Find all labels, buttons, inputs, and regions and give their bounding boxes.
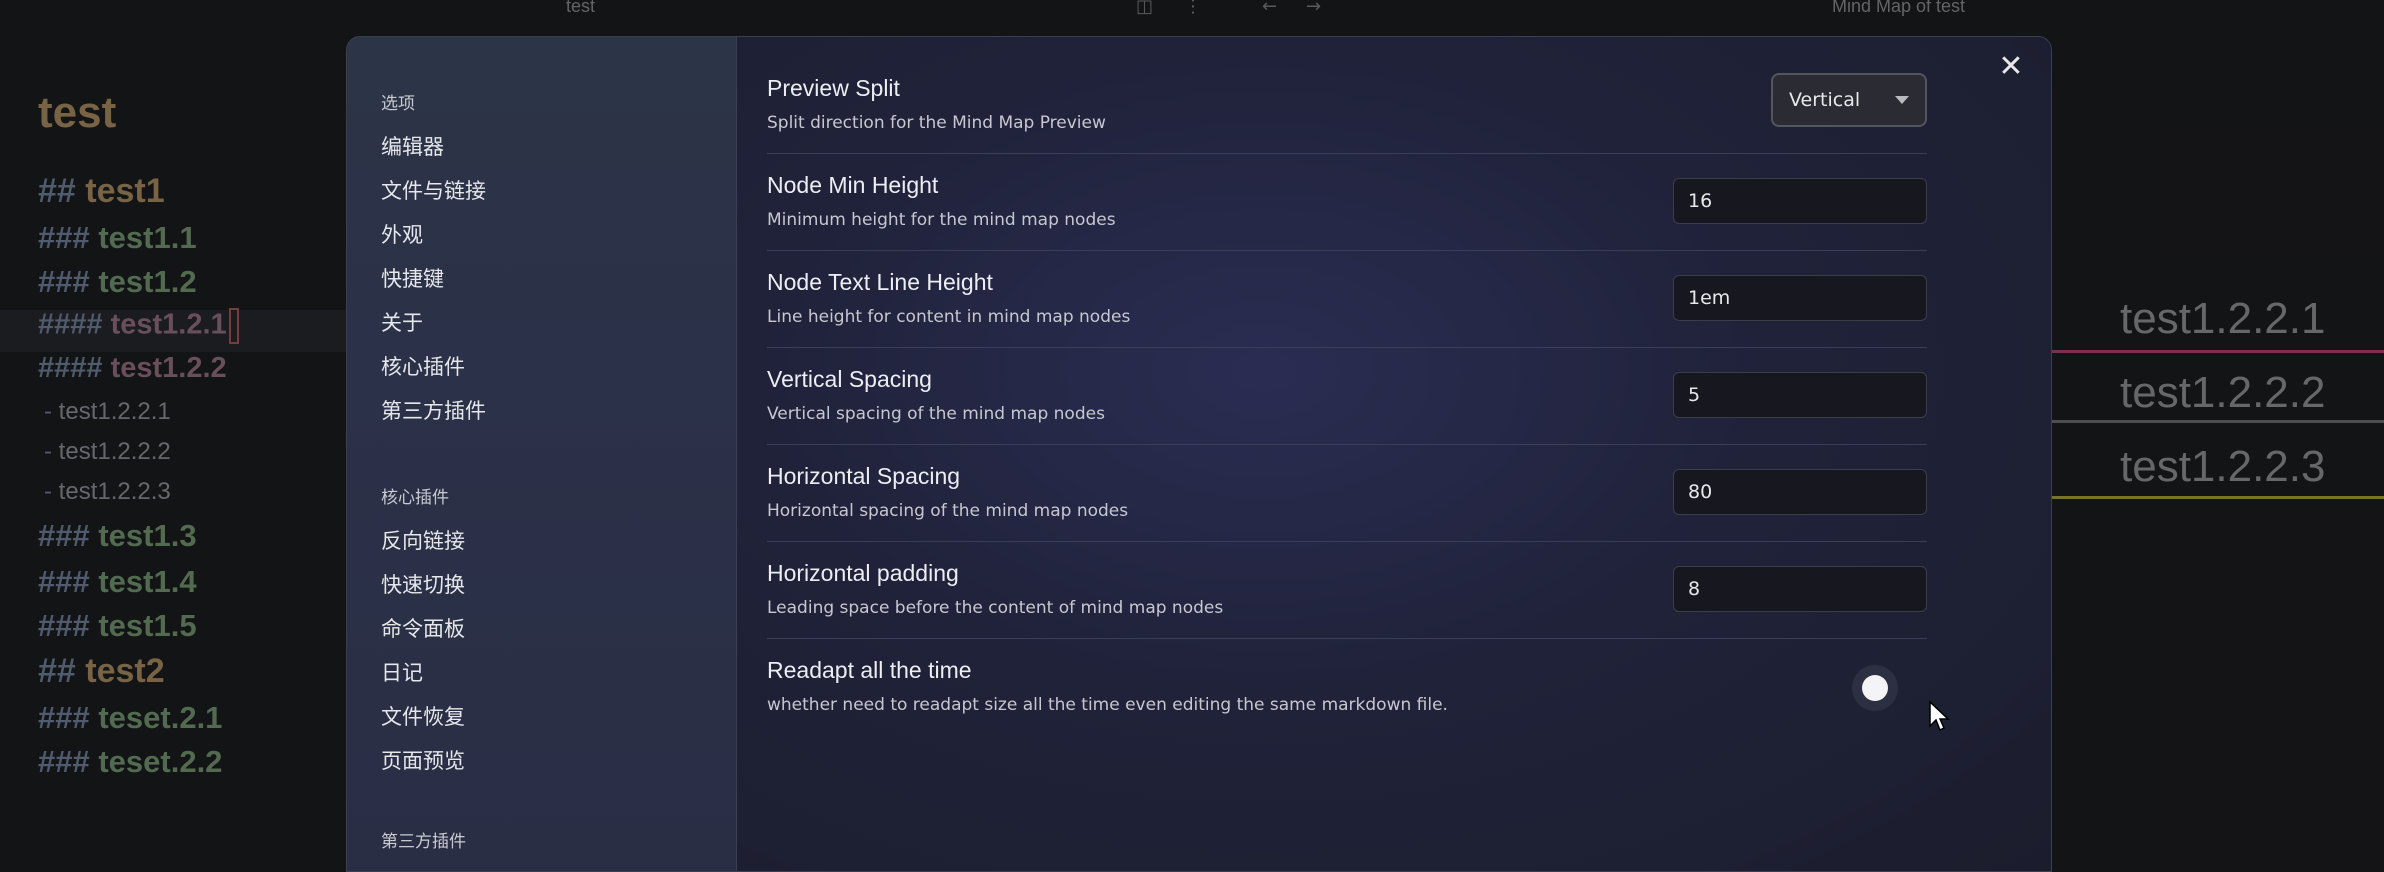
sidebar-section-core-plugins: 核心插件 <box>381 488 449 508</box>
setting-description: Minimum height for the mind map nodes <box>767 210 1116 230</box>
sidebar-item-backlinks[interactable]: 反向链接 <box>381 525 465 555</box>
settings-modal: 选项 编辑器 文件与链接 外观 快捷键 关于 核心插件 第三方插件 核心插件 反… <box>346 36 2052 872</box>
setting-horizontal-spacing: Horizontal Spacing Horizontal spacing of… <box>767 445 1927 542</box>
sidebar-section-community-plugins: 第三方插件 <box>381 832 466 852</box>
sidebar-item-community-plugins[interactable]: 第三方插件 <box>381 395 486 425</box>
sidebar-section-options: 选项 <box>381 94 415 114</box>
setting-name: Node Text Line Height <box>767 269 993 295</box>
node-text-line-height-input[interactable] <box>1673 275 1927 321</box>
sidebar-item-quick-switcher[interactable]: 快速切换 <box>381 569 465 599</box>
setting-name: Readapt all the time <box>767 657 972 683</box>
select-value: Vertical <box>1789 89 1861 111</box>
sidebar-item-core-plugins[interactable]: 核心插件 <box>381 351 465 381</box>
setting-horizontal-padding: Horizontal padding Leading space before … <box>767 542 1927 639</box>
vertical-spacing-input[interactable] <box>1673 372 1927 418</box>
sidebar-item-command-palette[interactable]: 命令面板 <box>381 613 465 643</box>
sidebar-item-files-links[interactable]: 文件与链接 <box>381 175 486 205</box>
setting-name: Preview Split <box>767 75 900 101</box>
setting-node-min-height: Node Min Height Minimum height for the m… <box>767 154 1927 251</box>
toggle-knob <box>1862 675 1888 701</box>
setting-preview-split: Preview Split Split direction for the Mi… <box>767 57 1927 154</box>
horizontal-padding-input[interactable] <box>1673 566 1927 612</box>
setting-description: Horizontal spacing of the mind map nodes <box>767 501 1129 521</box>
setting-readapt: Readapt all the time whether need to rea… <box>767 639 1927 736</box>
setting-description: Line height for content in mind map node… <box>767 307 1131 327</box>
setting-name: Horizontal Spacing <box>767 463 961 489</box>
sidebar-item-file-recovery[interactable]: 文件恢复 <box>381 701 465 731</box>
sidebar-item-hotkeys[interactable]: 快捷键 <box>381 263 444 293</box>
setting-description: Split direction for the Mind Map Preview <box>767 113 1106 133</box>
setting-description: Vertical spacing of the mind map nodes <box>767 404 1105 424</box>
sidebar-item-editor[interactable]: 编辑器 <box>381 131 444 161</box>
setting-description: whether need to readapt size all the tim… <box>767 695 1448 715</box>
setting-node-text-line-height: Node Text Line Height Line height for co… <box>767 251 1927 348</box>
setting-name: Node Min Height <box>767 172 939 198</box>
setting-name: Horizontal padding <box>767 560 959 586</box>
horizontal-spacing-input[interactable] <box>1673 469 1927 515</box>
close-icon[interactable]: ✕ <box>1995 51 2027 83</box>
setting-description: Leading space before the content of mind… <box>767 598 1224 618</box>
sidebar-item-page-preview[interactable]: 页面预览 <box>381 745 465 775</box>
node-min-height-input[interactable] <box>1673 178 1927 224</box>
readapt-toggle[interactable] <box>1853 669 1911 709</box>
settings-sidebar: 选项 编辑器 文件与链接 外观 快捷键 关于 核心插件 第三方插件 核心插件 反… <box>347 37 737 871</box>
sidebar-item-appearance[interactable]: 外观 <box>381 219 423 249</box>
setting-vertical-spacing: Vertical Spacing Vertical spacing of the… <box>767 348 1927 445</box>
sidebar-item-about[interactable]: 关于 <box>381 307 423 337</box>
setting-name: Vertical Spacing <box>767 366 932 392</box>
chevron-down-icon <box>1895 96 1909 104</box>
preview-split-select[interactable]: Vertical <box>1771 73 1927 127</box>
sidebar-item-daily-notes[interactable]: 日记 <box>381 657 423 687</box>
mouse-pointer-icon <box>1929 700 1950 732</box>
